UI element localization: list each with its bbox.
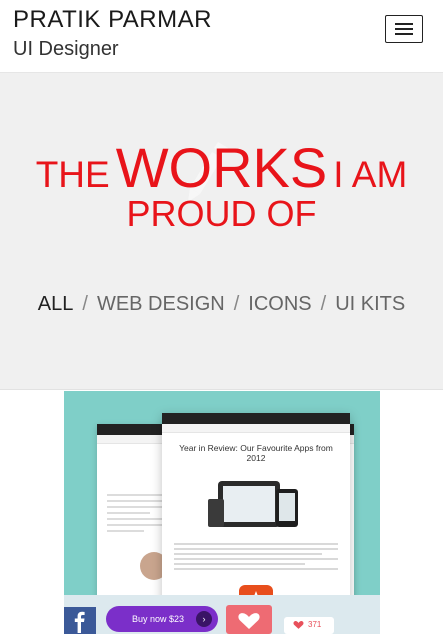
portfolio-filter-nav: ALL / WEB DESIGN / ICONS / UI KITS — [0, 293, 443, 316]
filter-web-design[interactable]: WEB DESIGN — [97, 293, 225, 315]
site-owner-name[interactable]: PRATIK PARMAR — [13, 6, 212, 34]
title-prefix: THE — [35, 154, 110, 195]
filter-separator: / — [82, 293, 88, 315]
facebook-icon — [74, 611, 85, 633]
filter-ui-kits[interactable]: UI KITS — [335, 293, 405, 315]
mockup-page-center: Year in Review: Our Favourite Apps from … — [162, 413, 350, 615]
heart-icon — [293, 621, 304, 629]
filter-separator: / — [233, 293, 240, 315]
hero-section: THE WORKS I AM PROUD OF ALL / WEB DESIGN / ICO… — [0, 73, 443, 390]
portfolio-work-thumbnail[interactable]: Year in Review: Our Favourite Apps from … — [64, 391, 380, 634]
page-title-line1: THE WORKS I AM — [0, 135, 443, 200]
filter-all[interactable]: ALL — [38, 293, 74, 315]
heart-icon — [238, 613, 260, 629]
hamburger-menu-icon — [395, 23, 413, 25]
chevron-right-icon: › — [196, 611, 212, 627]
filter-icons[interactable]: ICONS — [248, 293, 311, 315]
like-count-button: 371 — [284, 617, 334, 634]
like-count: 371 — [308, 620, 322, 629]
facebook-button — [64, 607, 96, 634]
title-emphasis: WORKS — [115, 136, 328, 199]
mockup-article-title: Year in Review: Our Favourite Apps from … — [179, 443, 333, 463]
buy-now-button: Buy now $23 › — [106, 606, 218, 632]
filter-separator: / — [320, 293, 327, 315]
heart-button — [226, 605, 272, 634]
hamburger-menu-button[interactable] — [385, 15, 423, 43]
site-header: PRATIK PARMAR UI Designer — [0, 0, 443, 73]
title-suffix: I AM — [333, 154, 408, 195]
tablet-phone-icon — [208, 481, 298, 527]
buy-now-label: Buy now $23 — [132, 614, 185, 624]
site-owner-role: UI Designer — [13, 38, 119, 60]
page-title-line2: PROUD OF — [126, 193, 317, 234]
